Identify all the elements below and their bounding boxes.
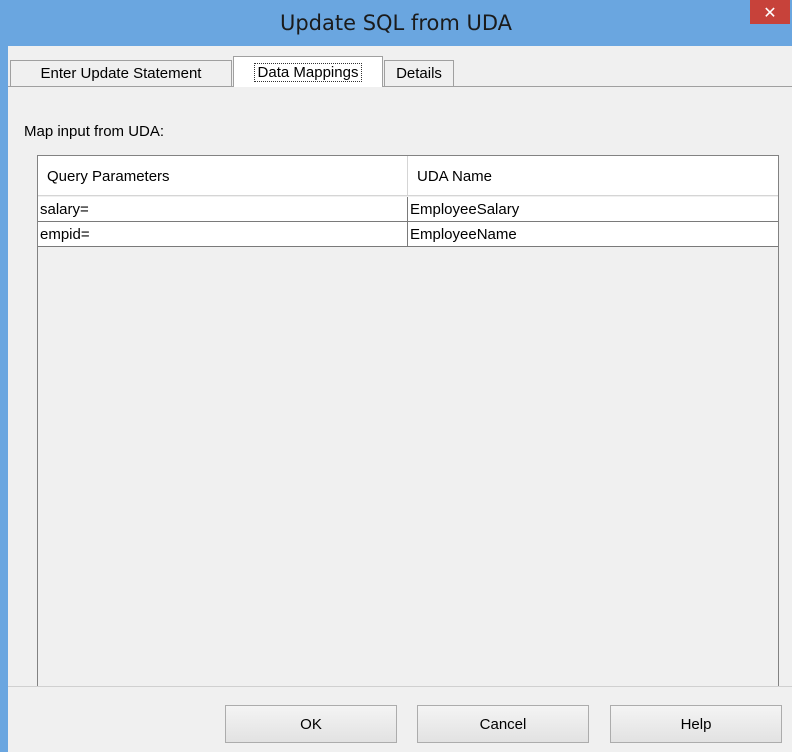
button-bar: OK Cancel Help bbox=[8, 686, 792, 752]
column-header-uda-name[interactable]: UDA Name bbox=[408, 156, 778, 196]
tab-strip: Enter Update Statement Data Mappings Det… bbox=[8, 56, 792, 87]
tab-data-mappings[interactable]: Data Mappings bbox=[233, 56, 383, 87]
query-parameter-cell[interactable]: salary= bbox=[38, 197, 408, 221]
close-icon: ✕ bbox=[763, 2, 777, 22]
table-header: Query Parameters UDA Name bbox=[38, 156, 778, 196]
cancel-button[interactable]: Cancel bbox=[417, 705, 589, 743]
tab-enter-update-statement[interactable]: Enter Update Statement bbox=[10, 60, 232, 86]
dialog-client-area: Enter Update Statement Data Mappings Det… bbox=[8, 46, 792, 752]
tab-details[interactable]: Details bbox=[384, 60, 454, 86]
tab-label: Data Mappings bbox=[253, 62, 363, 82]
help-button[interactable]: Help bbox=[610, 705, 782, 743]
uda-name-cell[interactable]: EmployeeName bbox=[408, 222, 778, 246]
window-title: Update SQL from UDA bbox=[279, 11, 513, 35]
column-header-query-parameters[interactable]: Query Parameters bbox=[38, 156, 408, 196]
tab-label: Details bbox=[396, 65, 442, 82]
table-row[interactable]: salary= EmployeeSalary bbox=[38, 197, 778, 222]
map-input-label: Map input from UDA: bbox=[24, 123, 165, 140]
uda-name-cell[interactable]: EmployeeSalary bbox=[408, 197, 778, 221]
tab-label: Enter Update Statement bbox=[40, 65, 202, 82]
title-bar[interactable]: Update SQL from UDA ✕ bbox=[0, 0, 792, 46]
query-parameter-cell[interactable]: empid= bbox=[38, 222, 408, 246]
table-row[interactable]: empid= EmployeeName bbox=[38, 222, 778, 247]
ok-button[interactable]: OK bbox=[225, 705, 397, 743]
dialog-window: Update SQL from UDA ✕ Enter Update State… bbox=[0, 0, 792, 752]
close-button[interactable]: ✕ bbox=[750, 0, 790, 24]
mapping-table[interactable]: Query Parameters UDA Name salary= Employ… bbox=[37, 155, 779, 701]
